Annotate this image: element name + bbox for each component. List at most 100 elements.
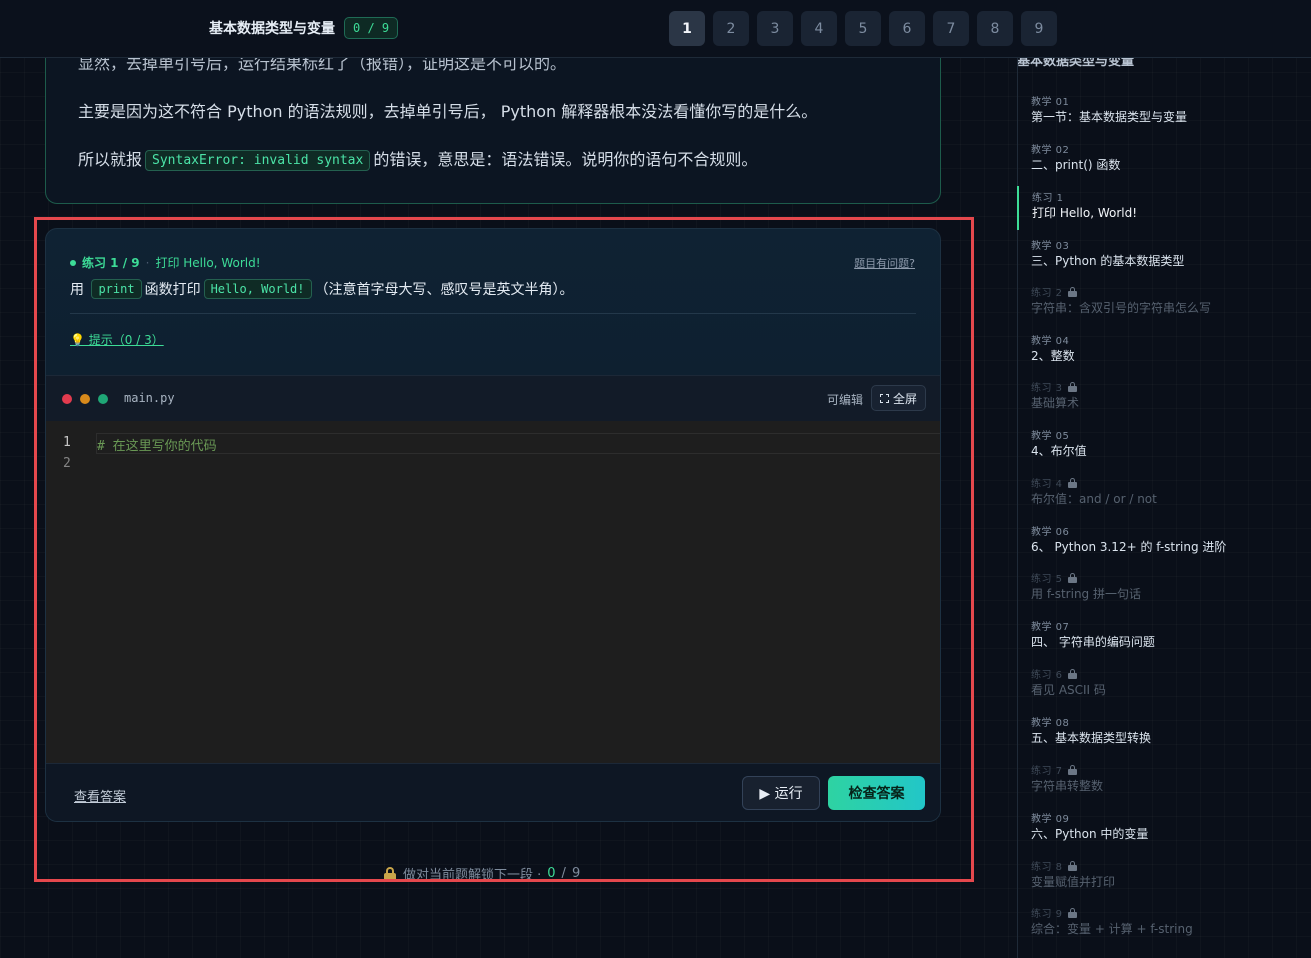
sidebar-item-kind: 教学 01 xyxy=(1031,97,1070,108)
editor-toolbar: main.py 可编辑 全屏 xyxy=(46,375,940,421)
status-dot xyxy=(70,259,76,266)
sidebar-item: 练习 2 字符串：含双引号的字符串怎么写 xyxy=(1018,281,1311,325)
sidebar-item-title: 2、整数 xyxy=(1031,349,1075,363)
sidebar-item-title: 综合：变量 + 计算 + f-string xyxy=(1031,922,1193,936)
page-button-2[interactable]: 2 xyxy=(713,11,749,46)
inline-code: print xyxy=(91,279,142,299)
line-number: 2 xyxy=(63,456,71,471)
file-name: main.py xyxy=(124,391,175,405)
sidebar-item-kind: 练习 5 xyxy=(1031,570,1077,585)
sidebar-item-kind: 练习 6 xyxy=(1031,666,1077,681)
sidebar-item[interactable]: 教学 01 第一节：基本数据类型与变量 xyxy=(1018,90,1311,134)
editable-label: 可编辑 xyxy=(826,393,863,407)
sidebar-item-title: 第一节：基本数据类型与变量 xyxy=(1031,110,1188,124)
lock-icon xyxy=(1067,478,1077,488)
sidebar-item[interactable]: 教学 04 2、整数 xyxy=(1018,329,1311,373)
view-answer-link[interactable]: 查看答案 xyxy=(74,786,126,805)
lock-icon xyxy=(1067,861,1077,871)
check-answer-button[interactable]: 检查答案 xyxy=(828,776,925,810)
lesson-text-line: 主要是因为这不符合 Python 的语法规则，去掉单引号后， Python 解释… xyxy=(78,102,818,121)
sidebar-item[interactable]: 练习 1 打印 Hello, World! xyxy=(1017,186,1311,230)
page-button-7[interactable]: 7 xyxy=(933,11,969,46)
exercise-card: 练习 1 / 9 · 打印 Hello, World! 题目有问题? 用 pri… xyxy=(45,228,941,822)
sidebar-item-kind: 教学 07 xyxy=(1031,622,1070,633)
page-button-5[interactable]: 5 xyxy=(845,11,881,46)
run-button[interactable]: ▶ 运行 xyxy=(742,776,820,810)
sidebar-item-kind: 教学 04 xyxy=(1031,336,1070,347)
sidebar-item-kind: 教学 05 xyxy=(1031,431,1070,442)
page-button-3[interactable]: 3 xyxy=(757,11,793,46)
window-dot-green xyxy=(98,394,108,404)
sidebar-item-kind: 教学 08 xyxy=(1031,718,1070,729)
sidebar-item-title: 二、print() 函数 xyxy=(1031,158,1121,172)
sidebar-outline: 教学 01 第一节：基本数据类型与变量 教学 02 二、print() 函数练习 1 打… xyxy=(1017,58,1311,958)
inline-code: SyntaxError: invalid syntax xyxy=(145,150,371,171)
sidebar-item-title: 布尔值：and / or / not xyxy=(1031,492,1157,506)
sidebar-item[interactable]: 教学 02 二、print() 函数 xyxy=(1018,138,1311,182)
sidebar-item: 练习 4 布尔值：and / or / not xyxy=(1018,472,1311,516)
sidebar-item-title: 字符串转整数 xyxy=(1031,779,1104,793)
sidebar-item-kind: 练习 3 xyxy=(1031,379,1077,394)
exercise-footer: 查看答案 ▶ 运行 检查答案 xyxy=(46,763,940,821)
sidebar-item[interactable]: 教学 05 4、布尔值 xyxy=(1018,424,1311,468)
page-button-6[interactable]: 6 xyxy=(889,11,925,46)
sidebar-item-title: 4、布尔值 xyxy=(1031,444,1087,458)
sidebar-item-title: 6、 Python 3.12+ 的 f-string 进阶 xyxy=(1031,540,1227,554)
section-pager: 1 2 3 4 5 6 7 8 9 xyxy=(669,11,1057,46)
sidebar-item: 练习 5 用 f-string 拼一句话 xyxy=(1018,567,1311,611)
lock-icon xyxy=(1067,765,1077,775)
page-button-1[interactable]: 1 xyxy=(669,11,705,46)
sidebar-item-title: 四、 字符串的编码问题 xyxy=(1031,635,1155,649)
sidebar-item[interactable]: 教学 06 6、 Python 3.12+ 的 f-string 进阶 xyxy=(1018,520,1311,564)
window-dot-amber xyxy=(80,394,90,404)
sidebar-item: 练习 3 基础算术 xyxy=(1018,376,1311,420)
lock-icon xyxy=(383,866,397,881)
exercise-description: 用 print 函数打印 Hello, World! （注意首字母大写、感叹号是英文半… xyxy=(70,279,574,299)
lock-icon xyxy=(1067,908,1077,918)
sidebar-item[interactable]: 教学 03 三、Python 的基本数据类型 xyxy=(1018,234,1311,278)
window-dot-red xyxy=(62,394,72,404)
sidebar-item-title: 字符串：含双引号的字符串怎么写 xyxy=(1031,301,1212,315)
sidebar-item: 练习 7 字符串转整数 xyxy=(1018,759,1311,803)
progress-badge: 0 / 9 xyxy=(344,17,399,39)
sidebar-item-kind: 教学 06 xyxy=(1031,527,1070,538)
inline-code: Hello, World! xyxy=(203,279,312,299)
sidebar-item-title: 六、Python 中的变量 xyxy=(1031,827,1149,841)
fullscreen-button[interactable]: 全屏 xyxy=(870,385,926,411)
sidebar-item[interactable]: 教学 08 五、基本数据类型转换 xyxy=(1018,711,1311,755)
sidebar-item-kind: 教学 02 xyxy=(1031,145,1070,156)
sidebar-item: 练习 9 综合：变量 + 计算 + f-string xyxy=(1018,902,1311,946)
page-button-9[interactable]: 9 xyxy=(1021,11,1057,46)
divider xyxy=(70,313,916,314)
code-editor[interactable]: 1 2 # 在这里写你的代码 xyxy=(46,421,940,763)
lesson-text-line: 所以就报 SyntaxError: invalid syntax 的错误，意思是：语… xyxy=(78,150,758,171)
sidebar-item-title: 五、基本数据类型转换 xyxy=(1031,731,1152,745)
active-line-highlight xyxy=(96,433,940,454)
page-button-8[interactable]: 8 xyxy=(977,11,1013,46)
lock-icon xyxy=(1067,669,1077,679)
course-title: 基本数据类型与变量 xyxy=(209,21,335,37)
hint-link[interactable]: 💡 提示（0 / 3） xyxy=(70,331,164,348)
page-button-4[interactable]: 4 xyxy=(801,11,837,46)
code-comment: # 在这里写你的代码 xyxy=(97,439,217,454)
sidebar-item-title: 用 f-string 拼一句话 xyxy=(1031,587,1141,601)
unlock-done-count: 0 xyxy=(547,866,556,881)
top-bar: 基本数据类型与变量 0 / 9 1 2 3 4 5 6 7 8 9 xyxy=(0,0,1311,58)
report-problem-link[interactable]: 题目有问题? xyxy=(854,255,915,271)
lock-icon xyxy=(1067,382,1077,392)
sidebar-item[interactable]: 教学 07 四、 字符串的编码问题 xyxy=(1018,615,1311,659)
lock-icon xyxy=(1067,287,1077,297)
sidebar-item-title: 三、Python 的基本数据类型 xyxy=(1031,254,1185,268)
exercise-header: 练习 1 / 9 · 打印 Hello, World! xyxy=(70,254,261,271)
sidebar-item-title: 变量赋值并打印 xyxy=(1031,875,1116,889)
sidebar-item: 练习 6 看见 ASCII 码 xyxy=(1018,663,1311,707)
fullscreen-icon xyxy=(879,393,889,403)
sidebar-item-kind: 练习 7 xyxy=(1031,762,1077,777)
unlock-status: 做对当前题解锁下一段 · 0 / 9 xyxy=(383,864,580,883)
sidebar-item-kind: 教学 09 xyxy=(1031,814,1070,825)
exercise-label: 练习 1 / 9 xyxy=(82,256,140,270)
sidebar-item-kind: 练习 1 xyxy=(1032,193,1064,204)
sidebar-item[interactable]: 教学 09 六、Python 中的变量 xyxy=(1018,807,1311,851)
sidebar-item-kind: 练习 4 xyxy=(1031,475,1077,490)
separator: · xyxy=(145,255,150,270)
